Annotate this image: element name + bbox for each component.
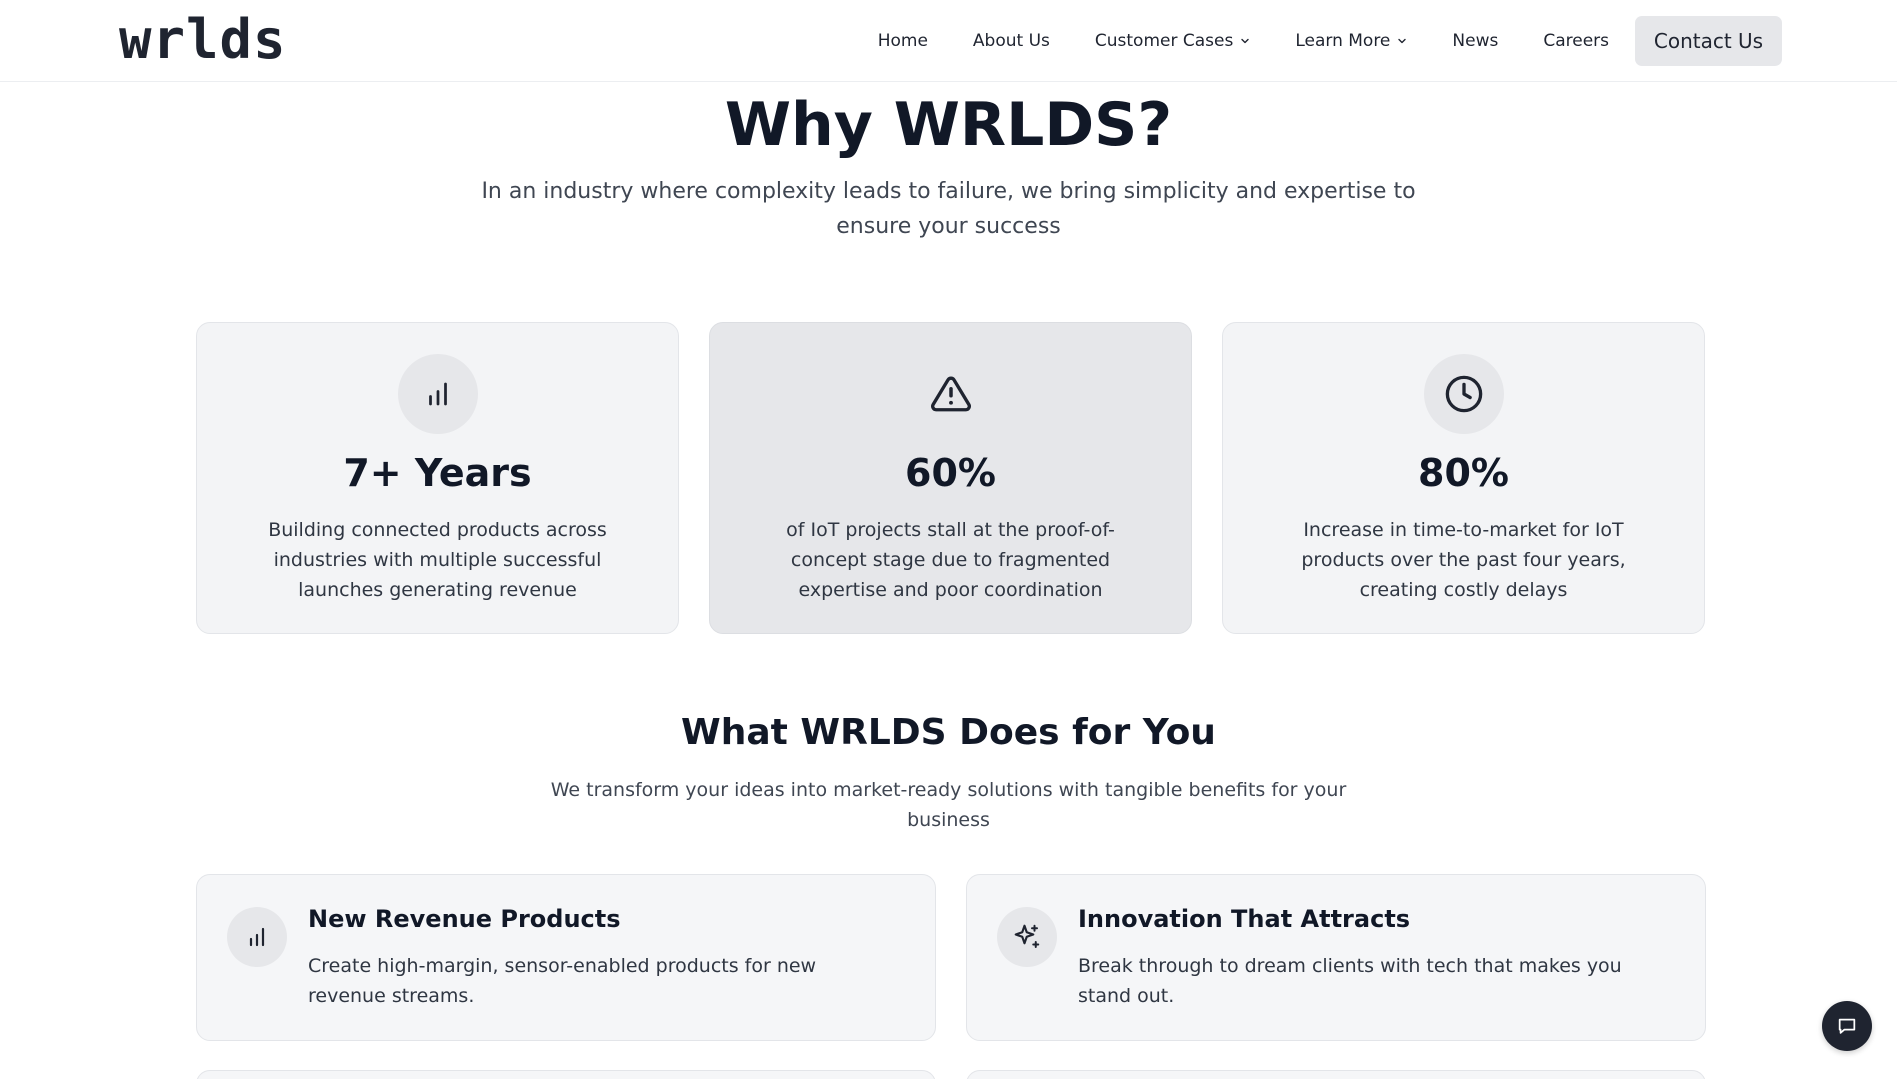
stat-description: Increase in time-to-market for IoT produ… — [1301, 519, 1626, 601]
nav-item-home[interactable]: Home — [878, 31, 928, 51]
stat-description: of IoT projects stall at the proof-of-co… — [786, 519, 1115, 601]
stat-value: 60% — [905, 451, 996, 495]
brand-logo[interactable]: wrlds — [119, 8, 287, 71]
feature-title: Innovation That Attracts — [1078, 905, 1411, 933]
sparkles-icon — [1014, 924, 1040, 948]
bar-chart-icon — [428, 382, 447, 406]
contact-us-button[interactable]: Contact Us — [1635, 16, 1782, 66]
feature-icon-circle — [997, 907, 1057, 967]
nav-item-about-us[interactable]: About Us — [973, 31, 1050, 51]
chat-widget-button[interactable] — [1822, 1001, 1872, 1051]
feature-description: Create high-margin, sensor-enabled produ… — [308, 955, 817, 1007]
chevron-down-icon — [1241, 38, 1250, 44]
stat-icon-circle — [1423, 354, 1504, 434]
why-section-subtitle: In an industry where complexity leads to… — [481, 179, 1416, 239]
stat-description: Building connected products across indus… — [268, 519, 607, 601]
feature-title: New Revenue Products — [308, 905, 621, 933]
what-section-title: What WRLDS Does for You — [681, 712, 1216, 753]
nav-item-label: News — [1452, 31, 1499, 51]
feature-card-next — [966, 1070, 1706, 1079]
stat-icon-circle — [397, 354, 478, 434]
feature-icon-circle — [227, 907, 287, 967]
what-section-subtitle: We transform your ideas into market-read… — [550, 779, 1347, 831]
nav-item-label: Careers — [1543, 31, 1609, 51]
bar-chart-icon — [249, 927, 265, 947]
chevron-down-icon — [1398, 38, 1407, 44]
why-section-title: Why WRLDS? — [724, 90, 1173, 160]
feature-card-next — [196, 1070, 936, 1079]
chat-icon — [1838, 1018, 1856, 1034]
page: wrlds Home About Us Customer Cases Learn… — [0, 0, 1897, 1079]
nav-item-label: About Us — [972, 31, 1050, 51]
stat-value: 7+ Years — [343, 451, 532, 495]
stat-value: 80% — [1418, 451, 1509, 495]
alert-triangle-icon — [930, 376, 971, 412]
nav-item-careers[interactable]: Careers — [1543, 31, 1609, 51]
stat-card-time-to-market: 80% Increase in time-to-market for IoT p… — [1222, 322, 1705, 634]
top-navbar: wrlds Home About Us Customer Cases Learn… — [0, 0, 1897, 82]
nav-item-label: Learn More — [1295, 31, 1391, 51]
feature-description: Break through to dream clients with tech… — [1078, 955, 1622, 1007]
stat-icon-circle — [911, 354, 991, 434]
nav-item-customer-cases[interactable]: Customer Cases — [1095, 31, 1250, 51]
feature-card-revenue: New Revenue Products Create high-margin,… — [196, 874, 936, 1041]
nav-item-label: Customer Cases — [1094, 31, 1234, 51]
nav-item-news[interactable]: News — [1452, 31, 1498, 51]
stat-card-years: 7+ Years Building connected products acr… — [196, 322, 679, 634]
clock-icon — [1445, 375, 1482, 413]
nav-item-label: Home — [877, 31, 928, 51]
feature-card-innovation: Innovation That Attracts Break through t… — [966, 874, 1706, 1041]
main-nav: Home About Us Customer Cases Learn More … — [833, 0, 1782, 82]
nav-item-learn-more[interactable]: Learn More — [1295, 31, 1407, 51]
stat-card-stall: 60% of IoT projects stall at the proof-o… — [709, 322, 1192, 634]
